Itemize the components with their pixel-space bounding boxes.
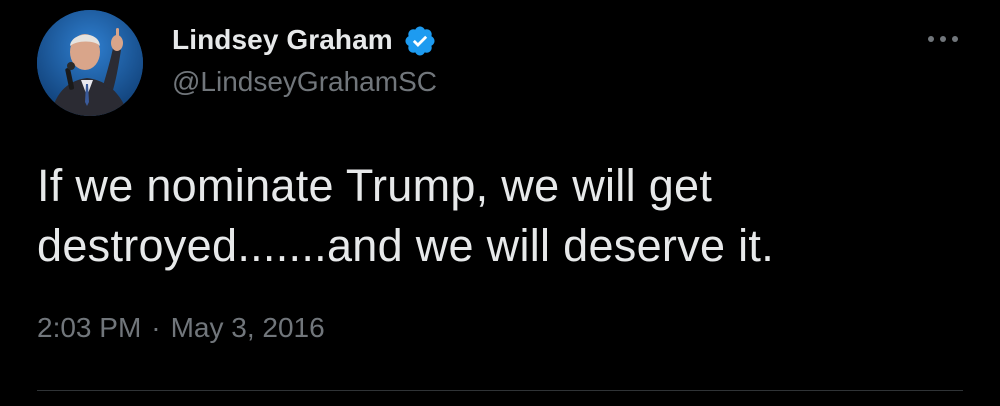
- more-options-button[interactable]: [918, 24, 968, 54]
- author-handle[interactable]: @LindseyGrahamSC: [172, 66, 437, 98]
- timestamp-separator: ·: [151, 312, 161, 343]
- avatar[interactable]: [37, 10, 143, 116]
- tweet-text: If we nominate Trump, we will get destro…: [37, 160, 775, 271]
- tweet-date: May 3, 2016: [170, 312, 325, 343]
- avatar-photo: [37, 10, 143, 116]
- author-name-row: Lindsey Graham: [172, 20, 437, 60]
- verified-badge-icon[interactable]: [403, 24, 437, 58]
- tweet-timestamp[interactable]: 2:03 PM · May 3, 2016: [37, 312, 325, 344]
- author-display-name[interactable]: Lindsey Graham: [172, 24, 393, 56]
- tweet: Lindsey Graham @LindseyGrahamSC If we no…: [0, 0, 1000, 406]
- divider: [37, 390, 963, 391]
- more-options-icon: [928, 36, 958, 42]
- tweet-time: 2:03 PM: [37, 312, 142, 343]
